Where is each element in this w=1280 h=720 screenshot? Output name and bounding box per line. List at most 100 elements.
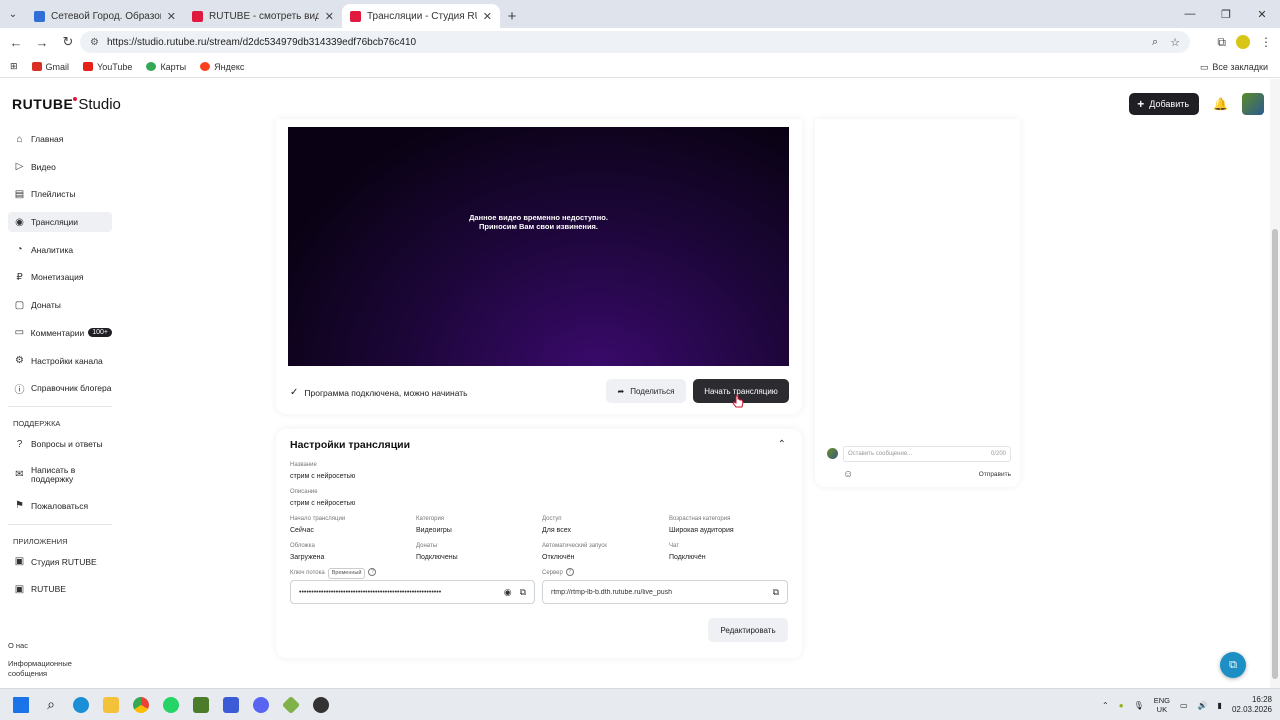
window-close-icon[interactable]: ✕ xyxy=(1244,0,1280,28)
check-icon: ✓ xyxy=(290,387,299,398)
sidebar-item-monetization[interactable]: ₽ Монетизация xyxy=(8,267,112,287)
video-player[interactable]: Данное видео временно недоступно. Принос… xyxy=(288,127,789,366)
chat-message-input[interactable]: Оставить сообщение... 0/200 xyxy=(843,446,1011,462)
site-info-icon[interactable]: ⚙ xyxy=(90,37,99,48)
minimize-icon[interactable]: — xyxy=(1172,0,1208,28)
emoji-icon[interactable]: ☺ xyxy=(843,469,853,480)
footer-info-link[interactable]: Информационные сообщения xyxy=(8,659,78,679)
forward-arrow-icon[interactable]: → xyxy=(30,30,54,54)
back-arrow-icon[interactable]: ← xyxy=(4,30,28,54)
bookmark-yandex[interactable]: Яндекс xyxy=(200,62,244,72)
page-scrollbar[interactable] xyxy=(1270,79,1280,688)
zoom-icon[interactable]: ⌕ xyxy=(1152,36,1158,49)
system-clock[interactable]: 16:28 02.03.2026 xyxy=(1232,695,1272,715)
close-icon[interactable]: ✕ xyxy=(325,10,334,23)
bookmark-star-icon[interactable]: ☆ xyxy=(1170,36,1180,49)
windows-start-icon[interactable] xyxy=(6,690,36,720)
apps-grid-icon[interactable]: ⊞ xyxy=(10,61,18,72)
address-bar[interactable]: ⚙ https://studio.rutube.ru/stream/d2dc53… xyxy=(80,31,1190,53)
discord-icon[interactable] xyxy=(246,690,276,720)
sidebar-item-rutube-app[interactable]: ▣ RUTUBE xyxy=(8,579,112,599)
sidebar-item-playlists[interactable]: ▤ Плейлисты xyxy=(8,184,112,204)
share-button[interactable]: ➦ Поделиться xyxy=(606,379,686,403)
sidebar-item-studio-app[interactable]: ▣ Студия RUTUBE xyxy=(8,552,112,572)
rutube-studio-logo[interactable]: RUTUBE Studio xyxy=(12,96,121,113)
search-icon[interactable]: ⌕ xyxy=(36,690,66,720)
battery-icon[interactable]: ▮ xyxy=(1218,701,1222,710)
footer-about-link[interactable]: О нас xyxy=(8,641,78,651)
bookmark-youtube[interactable]: YouTube xyxy=(83,62,132,72)
game-cube-icon[interactable] xyxy=(276,690,306,720)
chrome-icon[interactable] xyxy=(126,690,156,720)
sidebar-item-channel-settings[interactable]: ⚙ Настройки канала xyxy=(8,351,112,371)
sidebar-item-donations[interactable]: ▢ Донаты xyxy=(8,295,112,315)
sidebar-item-streams[interactable]: ◉ Трансляции xyxy=(8,212,112,233)
edge-icon[interactable] xyxy=(66,690,96,720)
menu-dots-icon[interactable]: ⋮ xyxy=(1260,35,1272,49)
file-explorer-icon[interactable] xyxy=(96,690,126,720)
sidebar-item-home[interactable]: ⌂ Главная xyxy=(8,129,112,149)
bookmark-maps[interactable]: Карты xyxy=(146,62,186,72)
help-icon[interactable]: ? xyxy=(368,568,377,577)
browser-tab-1[interactable]: Сетевой Город. Образование ✕ xyxy=(26,4,184,28)
speaker-icon[interactable]: 🔊 xyxy=(1198,701,1208,710)
server-url-field[interactable]: rtmp://rtmp-lb-b.dth.rutube.ru/live_push… xyxy=(542,580,788,604)
monitor-icon[interactable]: ▭ xyxy=(1180,701,1188,710)
avatar[interactable] xyxy=(1242,93,1264,115)
reload-icon[interactable]: ↻ xyxy=(56,30,80,54)
sidebar-item-label: Монетизация xyxy=(31,272,84,283)
extensions-icon[interactable]: ⧉ xyxy=(1217,35,1226,50)
add-button-label: Добавить xyxy=(1149,99,1190,109)
share-button-label: Поделиться xyxy=(630,386,675,396)
add-button[interactable]: + Добавить xyxy=(1129,93,1200,115)
app-blue-icon[interactable] xyxy=(216,690,246,720)
url-text: https://studio.rutube.ru/stream/d2dc5349… xyxy=(106,36,417,48)
sidebar-item-comments[interactable]: ▭ Комментарии 100+ xyxy=(8,323,112,343)
chevron-up-icon[interactable]: ⌃ xyxy=(778,439,786,450)
stream-key-field[interactable]: ••••••••••••••••••••••••••••••••••••••••… xyxy=(290,580,535,604)
windows-logo-icon xyxy=(13,696,29,713)
help-icon[interactable]: ? xyxy=(565,568,574,577)
player-message-line1: Данное видео временно недоступно. xyxy=(469,213,608,222)
copy-icon[interactable]: ⧉ xyxy=(520,587,526,598)
tray-chevron-icon[interactable]: ⌃ xyxy=(1102,701,1109,710)
language-indicator[interactable]: ENG UK xyxy=(1154,696,1170,714)
minecraft-icon[interactable] xyxy=(186,690,216,720)
sidebar-item-contact-support[interactable]: ✉ Написать в поддержку xyxy=(8,462,112,488)
edit-button[interactable]: Редактировать xyxy=(708,618,788,642)
whatsapp-icon[interactable] xyxy=(156,690,186,720)
maximize-icon[interactable]: ❐ xyxy=(1208,0,1244,28)
field-label: Описание xyxy=(290,489,318,495)
sidebar-footer: О нас Информационные сообщения xyxy=(8,641,78,687)
sidebar-item-video[interactable]: ▷ Видео xyxy=(8,157,112,177)
new-tab-plus-icon[interactable]: + xyxy=(500,4,524,28)
window-controls: — ❐ ✕ xyxy=(1172,0,1280,28)
eye-icon[interactable]: ◉ xyxy=(504,587,512,598)
question-icon: ? xyxy=(16,438,23,450)
obs-icon[interactable] xyxy=(306,690,336,720)
browser-tab-2[interactable]: RUTUBE - смотреть видео онлайн ✕ xyxy=(184,4,342,28)
all-bookmarks[interactable]: ▭ Все закладки xyxy=(1200,56,1268,78)
profile-icon[interactable] xyxy=(1236,35,1250,49)
microphone-icon[interactable]: 🎙 xyxy=(1134,701,1144,710)
close-icon[interactable]: ✕ xyxy=(483,10,492,23)
chat-send-button[interactable]: Отправить xyxy=(979,471,1011,478)
sidebar-item-analytics[interactable]: ◔ Аналитика xyxy=(8,240,112,260)
browser-tab-3[interactable]: Трансляции - Студия RUTUBE ✕ xyxy=(342,4,500,28)
sidebar-item-label: Справочник блогера xyxy=(31,383,112,394)
tab-favicon-icon xyxy=(350,10,361,22)
sidebar-item-blogger-guide[interactable]: ⓘ Справочник блогера xyxy=(8,378,112,398)
support-chat-icon[interactable]: ⧉ xyxy=(1220,652,1246,678)
copy-icon[interactable]: ⧉ xyxy=(773,587,779,598)
tab-search-icon[interactable]: ⌄ xyxy=(0,0,26,28)
close-icon[interactable]: ✕ xyxy=(167,10,176,23)
sidebar-item-faq[interactable]: ? Вопросы и ответы xyxy=(8,434,112,454)
lang-primary: ENG xyxy=(1153,696,1171,705)
bell-icon[interactable]: 🔔 xyxy=(1213,97,1228,111)
tray-app-icon[interactable]: ● xyxy=(1119,701,1124,710)
obs-logo-icon xyxy=(313,696,329,713)
sidebar-item-report[interactable]: ⚑ Пожаловаться xyxy=(8,496,112,516)
bookmark-gmail[interactable]: Gmail xyxy=(31,62,69,72)
header-actions: + Добавить 🔔 xyxy=(1129,93,1264,115)
scrollbar-thumb[interactable] xyxy=(1272,229,1278,679)
